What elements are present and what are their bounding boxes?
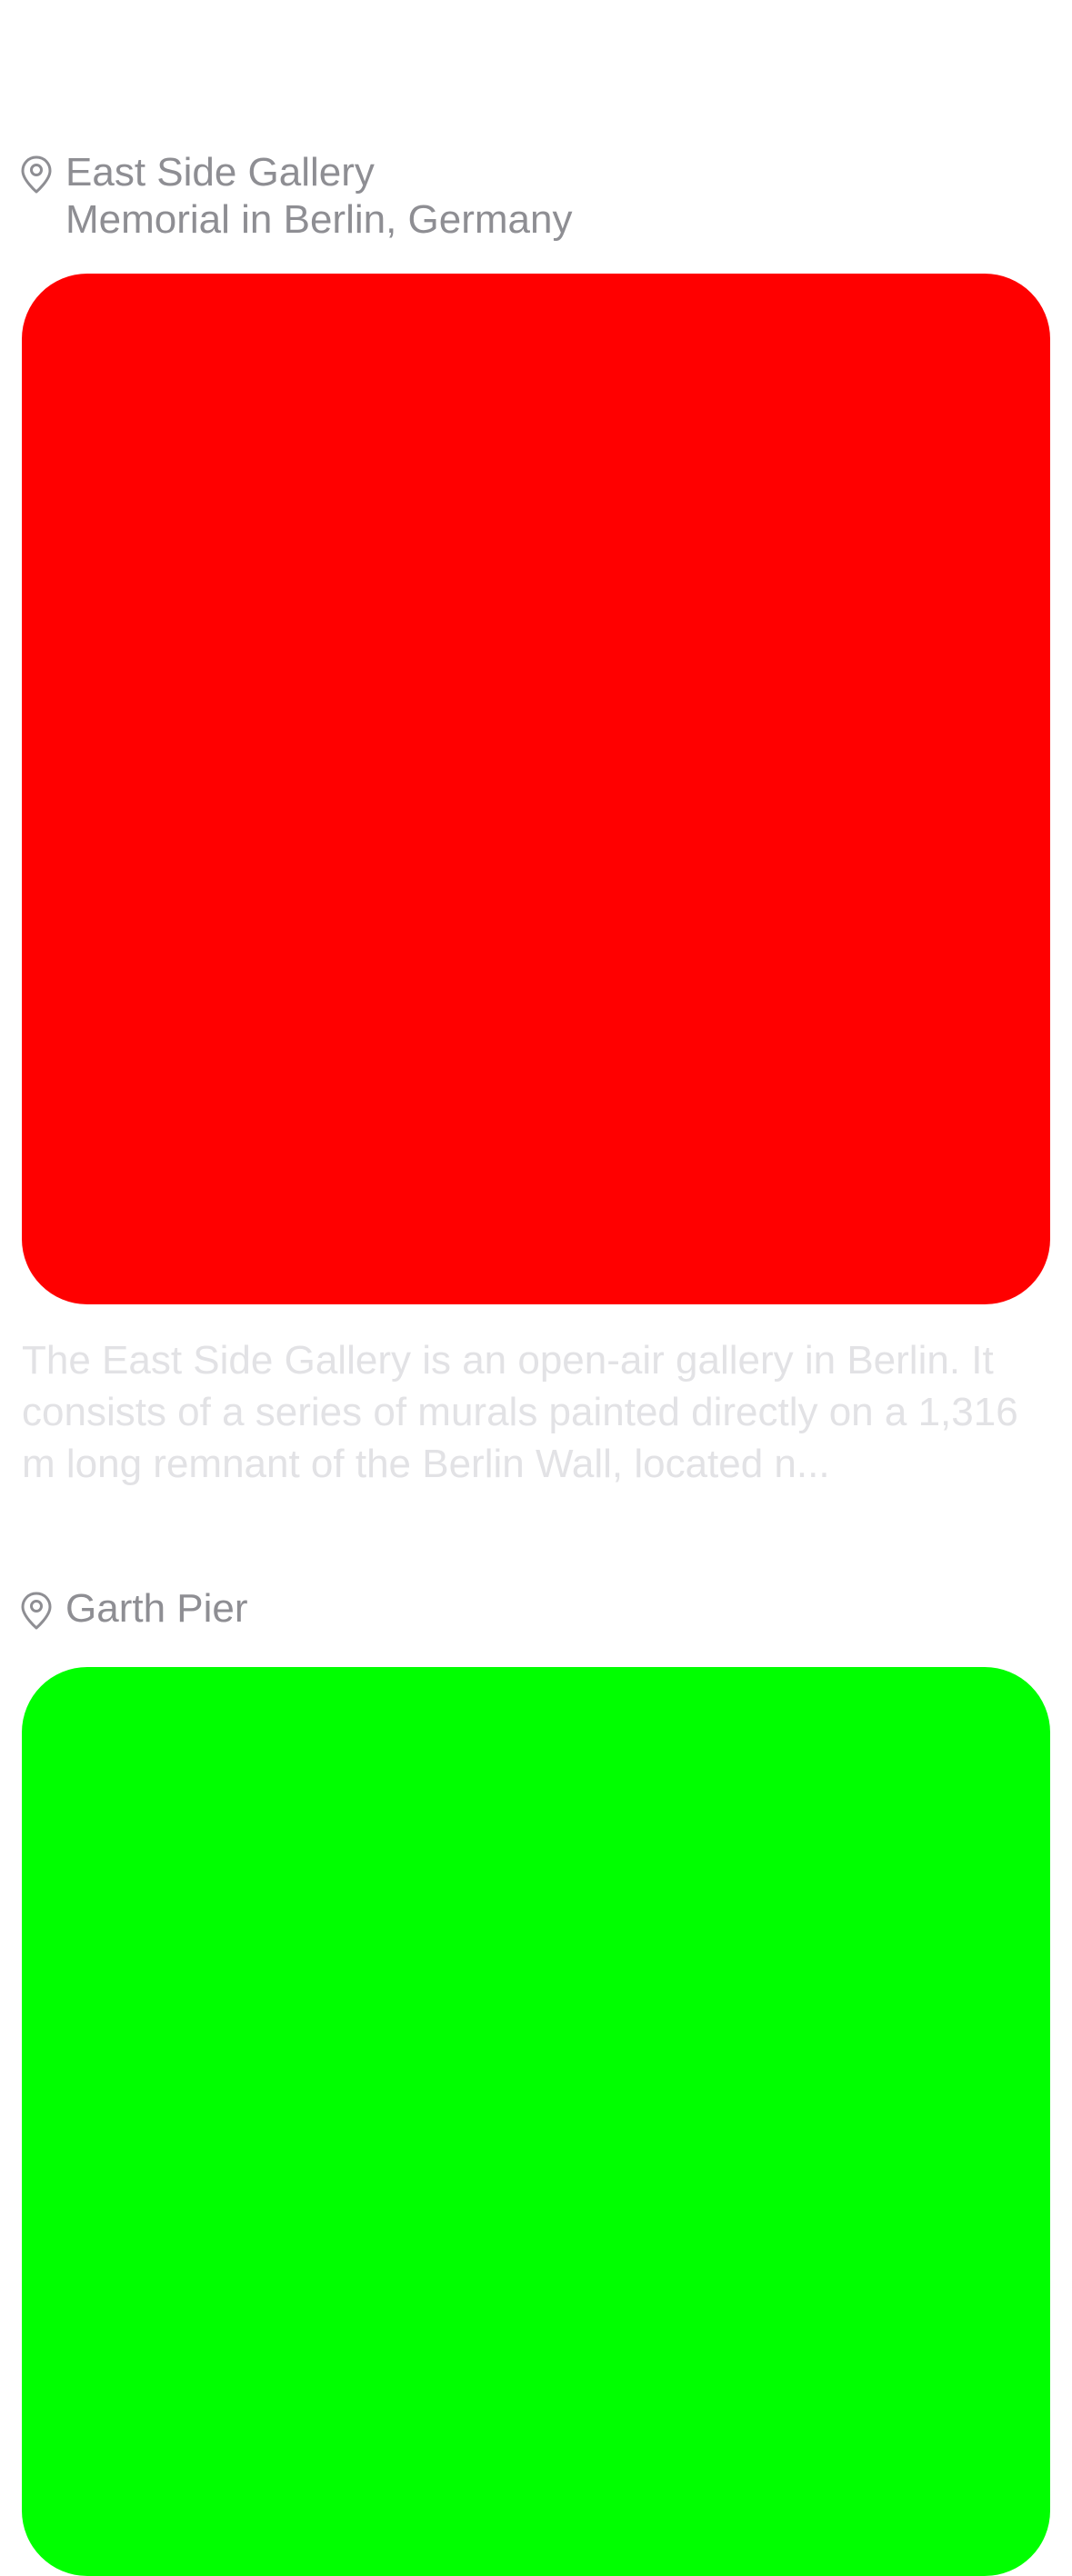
place-subtitle: Memorial in Berlin, Germany xyxy=(65,197,573,242)
place-description: The East Side Gallery is an open-air gal… xyxy=(22,1338,1018,1486)
place-card-east-side-gallery[interactable]: East Side Gallery Memorial in Berlin, Ge… xyxy=(0,0,1072,1509)
place-photo[interactable] xyxy=(22,274,1050,1304)
map-pin-icon xyxy=(21,155,52,194)
map-pin-icon xyxy=(21,1592,52,1630)
place-name: East Side Gallery xyxy=(65,150,375,195)
place-name: Garth Pier xyxy=(65,1586,248,1631)
location-header: Garth Pier xyxy=(20,1585,248,1632)
place-photo[interactable] xyxy=(22,1667,1050,2576)
place-card-garth-pier[interactable]: Garth Pier xyxy=(0,1545,1072,2576)
location-header: East Side Gallery Memorial in Berlin, Ge… xyxy=(20,149,573,244)
